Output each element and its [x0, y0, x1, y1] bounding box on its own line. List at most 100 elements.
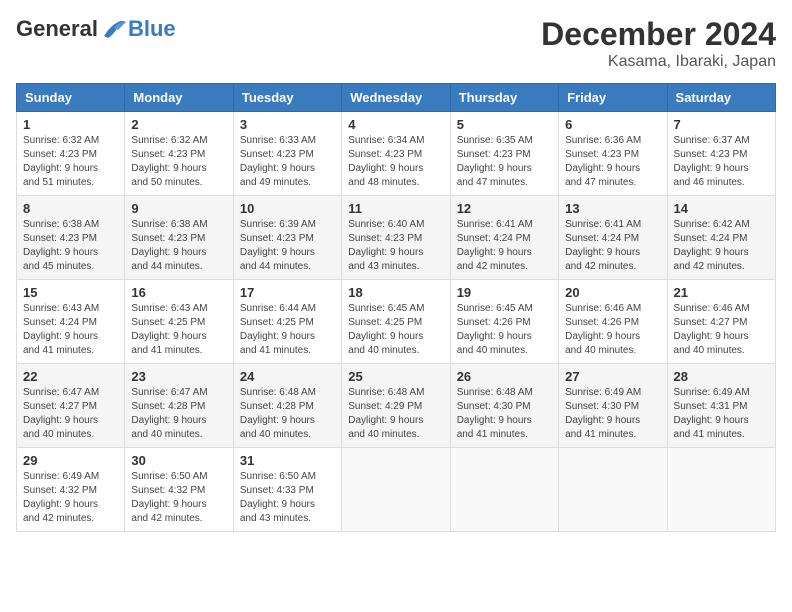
day-number: 16	[131, 285, 226, 300]
calendar-cell: 19 Sunrise: 6:45 AMSunset: 4:26 PMDayligh…	[450, 280, 558, 364]
day-number: 20	[565, 285, 660, 300]
day-info: Sunrise: 6:32 AMSunset: 4:23 PMDaylight:…	[23, 134, 118, 190]
day-info: Sunrise: 6:34 AMSunset: 4:23 PMDaylight:…	[348, 134, 443, 190]
calendar-cell: 10 Sunrise: 6:39 AMSunset: 4:23 PMDayligh…	[233, 196, 341, 280]
calendar-cell: 7 Sunrise: 6:37 AMSunset: 4:23 PMDaylight…	[667, 112, 775, 196]
day-number: 10	[240, 201, 335, 216]
day-info: Sunrise: 6:37 AMSunset: 4:23 PMDaylight:…	[674, 134, 769, 190]
day-number: 17	[240, 285, 335, 300]
day-info: Sunrise: 6:49 AMSunset: 4:32 PMDaylight:…	[23, 470, 118, 526]
logo: General Blue	[16, 16, 176, 42]
calendar-cell: 8 Sunrise: 6:38 AMSunset: 4:23 PMDaylight…	[17, 196, 125, 280]
logo-bird-icon	[100, 18, 128, 40]
day-number: 5	[457, 117, 552, 132]
day-number: 15	[23, 285, 118, 300]
weekday-header: Tuesday	[233, 84, 341, 112]
day-number: 28	[674, 369, 769, 384]
day-number: 27	[565, 369, 660, 384]
day-info: Sunrise: 6:45 AMSunset: 4:26 PMDaylight:…	[457, 302, 552, 358]
logo-general-text: General	[16, 16, 98, 42]
day-info: Sunrise: 6:49 AMSunset: 4:30 PMDaylight:…	[565, 386, 660, 442]
day-number: 19	[457, 285, 552, 300]
calendar-week-row: 22Sunrise: 6:47 AMSunset: 4:27 PMDayligh…	[17, 364, 776, 448]
title-block: December 2024 Kasama, Ibaraki, Japan	[541, 16, 776, 71]
location-subtitle: Kasama, Ibaraki, Japan	[541, 53, 776, 71]
day-number: 11	[348, 201, 443, 216]
day-number: 30	[131, 453, 226, 468]
day-info: Sunrise: 6:32 AMSunset: 4:23 PMDaylight:…	[131, 134, 226, 190]
day-info: Sunrise: 6:43 AMSunset: 4:24 PMDaylight:…	[23, 302, 118, 358]
calendar-cell: 14 Sunrise: 6:42 AMSunset: 4:24 PMDayligh…	[667, 196, 775, 280]
calendar-cell: 21 Sunrise: 6:46 AMSunset: 4:27 PMDayligh…	[667, 280, 775, 364]
calendar-cell: 9 Sunrise: 6:38 AMSunset: 4:23 PMDaylight…	[125, 196, 233, 280]
calendar-cell: 1 Sunrise: 6:32 AMSunset: 4:23 PMDaylight…	[17, 112, 125, 196]
calendar-cell: 22Sunrise: 6:47 AMSunset: 4:27 PMDayligh…	[17, 364, 125, 448]
calendar-cell	[559, 448, 667, 532]
weekday-header: Friday	[559, 84, 667, 112]
weekday-header: Thursday	[450, 84, 558, 112]
day-info: Sunrise: 6:47 AMSunset: 4:27 PMDaylight:…	[23, 386, 118, 442]
calendar-cell: 30 Sunrise: 6:50 AMSunset: 4:32 PMDayligh…	[125, 448, 233, 532]
day-number: 18	[348, 285, 443, 300]
calendar-cell: 27 Sunrise: 6:49 AMSunset: 4:30 PMDayligh…	[559, 364, 667, 448]
calendar-cell: 15 Sunrise: 6:43 AMSunset: 4:24 PMDayligh…	[17, 280, 125, 364]
calendar-cell	[450, 448, 558, 532]
day-info: Sunrise: 6:41 AMSunset: 4:24 PMDaylight:…	[565, 218, 660, 274]
calendar-cell: 31Sunrise: 6:50 AMSunset: 4:33 PMDayligh…	[233, 448, 341, 532]
day-info: Sunrise: 6:43 AMSunset: 4:25 PMDaylight:…	[131, 302, 226, 358]
calendar-cell: 24Sunrise: 6:48 AMSunset: 4:28 PMDayligh…	[233, 364, 341, 448]
calendar-cell	[667, 448, 775, 532]
day-info: Sunrise: 6:49 AMSunset: 4:31 PMDaylight:…	[674, 386, 769, 442]
day-info: Sunrise: 6:46 AMSunset: 4:27 PMDaylight:…	[674, 302, 769, 358]
weekday-header: Saturday	[667, 84, 775, 112]
day-info: Sunrise: 6:47 AMSunset: 4:28 PMDaylight:…	[131, 386, 226, 442]
calendar-cell: 17 Sunrise: 6:44 AMSunset: 4:25 PMDayligh…	[233, 280, 341, 364]
calendar-cell: 16 Sunrise: 6:43 AMSunset: 4:25 PMDayligh…	[125, 280, 233, 364]
page-header: General Blue December 2024 Kasama, Ibara…	[16, 16, 776, 71]
day-number: 6	[565, 117, 660, 132]
day-info: Sunrise: 6:50 AMSunset: 4:32 PMDaylight:…	[131, 470, 226, 526]
calendar-cell: 4Sunrise: 6:34 AMSunset: 4:23 PMDaylight…	[342, 112, 450, 196]
weekday-header: Wednesday	[342, 84, 450, 112]
day-number: 21	[674, 285, 769, 300]
day-number: 24	[240, 369, 335, 384]
calendar-cell: 23 Sunrise: 6:47 AMSunset: 4:28 PMDayligh…	[125, 364, 233, 448]
day-number: 31	[240, 453, 335, 468]
day-info: Sunrise: 6:45 AMSunset: 4:25 PMDaylight:…	[348, 302, 443, 358]
calendar-cell: 26Sunrise: 6:48 AMSunset: 4:30 PMDayligh…	[450, 364, 558, 448]
calendar-cell: 12 Sunrise: 6:41 AMSunset: 4:24 PMDayligh…	[450, 196, 558, 280]
calendar-cell: 20 Sunrise: 6:46 AMSunset: 4:26 PMDayligh…	[559, 280, 667, 364]
day-info: Sunrise: 6:44 AMSunset: 4:25 PMDaylight:…	[240, 302, 335, 358]
day-info: Sunrise: 6:48 AMSunset: 4:30 PMDaylight:…	[457, 386, 552, 442]
day-number: 12	[457, 201, 552, 216]
day-info: Sunrise: 6:41 AMSunset: 4:24 PMDaylight:…	[457, 218, 552, 274]
day-number: 1	[23, 117, 118, 132]
weekday-header: Sunday	[17, 84, 125, 112]
day-number: 29	[23, 453, 118, 468]
calendar-cell: 18 Sunrise: 6:45 AMSunset: 4:25 PMDayligh…	[342, 280, 450, 364]
logo-blue-text: Blue	[128, 16, 176, 42]
day-info: Sunrise: 6:40 AMSunset: 4:23 PMDaylight:…	[348, 218, 443, 274]
calendar-cell	[342, 448, 450, 532]
calendar-table: SundayMondayTuesdayWednesdayThursdayFrid…	[16, 83, 776, 532]
day-info: Sunrise: 6:48 AMSunset: 4:29 PMDaylight:…	[348, 386, 443, 442]
calendar-week-row: 29 Sunrise: 6:49 AMSunset: 4:32 PMDayligh…	[17, 448, 776, 532]
calendar-cell: 13 Sunrise: 6:41 AMSunset: 4:24 PMDayligh…	[559, 196, 667, 280]
day-number: 14	[674, 201, 769, 216]
day-info: Sunrise: 6:38 AMSunset: 4:23 PMDaylight:…	[131, 218, 226, 274]
day-info: Sunrise: 6:46 AMSunset: 4:26 PMDaylight:…	[565, 302, 660, 358]
day-number: 23	[131, 369, 226, 384]
month-year-title: December 2024	[541, 16, 776, 53]
day-number: 7	[674, 117, 769, 132]
day-info: Sunrise: 6:38 AMSunset: 4:23 PMDaylight:…	[23, 218, 118, 274]
day-number: 9	[131, 201, 226, 216]
day-info: Sunrise: 6:39 AMSunset: 4:23 PMDaylight:…	[240, 218, 335, 274]
weekday-header: Monday	[125, 84, 233, 112]
calendar-cell: 11 Sunrise: 6:40 AMSunset: 4:23 PMDayligh…	[342, 196, 450, 280]
day-number: 25	[348, 369, 443, 384]
day-number: 13	[565, 201, 660, 216]
day-number: 8	[23, 201, 118, 216]
calendar-cell: 6Sunrise: 6:36 AMSunset: 4:23 PMDaylight…	[559, 112, 667, 196]
day-info: Sunrise: 6:42 AMSunset: 4:24 PMDaylight:…	[674, 218, 769, 274]
calendar-cell: 25 Sunrise: 6:48 AMSunset: 4:29 PMDayligh…	[342, 364, 450, 448]
